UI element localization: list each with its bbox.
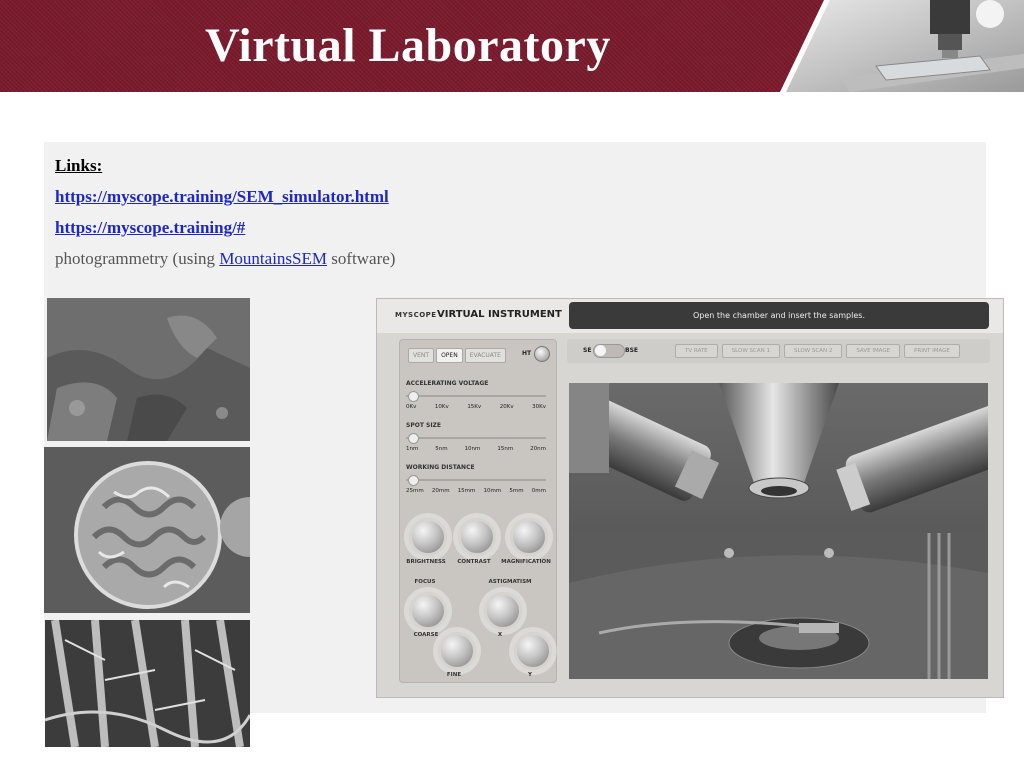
myscope-logo: MYSCOPE bbox=[395, 311, 437, 319]
instrument-topbar: MYSCOPE VIRTUAL INSTRUMENT Open the cham… bbox=[377, 299, 1003, 333]
photogrammetry-note: photogrammetry (using MountainsSEM softw… bbox=[55, 249, 396, 268]
slider-thumb[interactable] bbox=[408, 391, 419, 402]
accelerating-voltage-slider[interactable] bbox=[406, 391, 546, 402]
fine-label: FINE bbox=[446, 672, 462, 678]
virtual-instrument-panel: MYSCOPE VIRTUAL INSTRUMENT Open the cham… bbox=[376, 298, 1004, 698]
fine-focus-knob[interactable] bbox=[438, 632, 476, 670]
sem-simulator-link[interactable]: https://myscope.training/SEM_simulator.h… bbox=[55, 187, 389, 206]
chamber-view-image bbox=[569, 383, 988, 679]
tv-rate-button[interactable]: TV RATE bbox=[675, 344, 718, 358]
microscope-photo bbox=[780, 0, 1024, 92]
y-label: Y bbox=[528, 672, 532, 678]
working-distance-label: WORKING DISTANCE bbox=[406, 464, 475, 471]
page-title: Virtual Laboratory bbox=[205, 19, 611, 72]
slow-scan-2-button[interactable]: SLOW SCAN 2 bbox=[783, 344, 843, 358]
sem-surface-image bbox=[47, 298, 250, 441]
magnification-label: MAGNIFICATION bbox=[501, 559, 551, 565]
vent-button[interactable]: VENT bbox=[408, 348, 435, 363]
print-image-button[interactable]: PRINT IMAGE bbox=[904, 344, 960, 358]
ht-toggle[interactable] bbox=[534, 346, 550, 362]
accelerating-voltage-label: ACCELERATING VOLTAGE bbox=[406, 380, 489, 387]
status-message: Open the chamber and insert the samples. bbox=[569, 302, 989, 329]
links-section: Links: https://myscope.training/SEM_simu… bbox=[55, 150, 395, 274]
detector-toggle[interactable] bbox=[593, 344, 625, 358]
mountainssem-link[interactable]: MountainsSEM bbox=[219, 249, 327, 268]
astigmatism-y-knob[interactable] bbox=[514, 632, 552, 670]
slider-thumb[interactable] bbox=[408, 433, 419, 444]
scan-buttons: TV RATE SLOW SCAN 1 SLOW SCAN 2 SAVE IMA… bbox=[675, 344, 960, 358]
toggle-thumb bbox=[595, 345, 606, 356]
working-distance-ticks: 25mm 20mm 15mm 10mm 5mm 0mm bbox=[406, 488, 546, 494]
evacuate-button[interactable]: EVACUATE bbox=[464, 348, 506, 363]
pollen-grain-image bbox=[44, 447, 250, 613]
fibre-structure-image bbox=[45, 620, 250, 747]
magnification-knob[interactable] bbox=[510, 518, 548, 556]
coarse-focus-knob[interactable] bbox=[409, 592, 447, 630]
se-label: SE bbox=[583, 347, 592, 354]
detector-toolbar: SE BSE TV RATE SLOW SCAN 1 SLOW SCAN 2 S… bbox=[567, 339, 990, 363]
title-banner: Virtual Laboratory bbox=[0, 0, 1024, 92]
astigmatism-x-knob[interactable] bbox=[484, 592, 522, 630]
astigmatism-label: ASTIGMATISM bbox=[488, 579, 532, 585]
working-distance-slider[interactable] bbox=[406, 475, 546, 486]
open-button[interactable]: OPEN bbox=[436, 348, 463, 363]
spot-size-label: SPOT SIZE bbox=[406, 422, 442, 429]
spot-size-slider[interactable] bbox=[406, 433, 546, 444]
control-panel: VENT OPEN EVACUATE HT ACCELERATING VOLTA… bbox=[399, 339, 557, 683]
instrument-title: VIRTUAL INSTRUMENT bbox=[437, 309, 562, 320]
chamber-controls: VENT OPEN EVACUATE bbox=[408, 348, 506, 363]
ht-label: HT bbox=[522, 350, 532, 357]
contrast-label: CONTRAST bbox=[457, 559, 491, 565]
focus-label: FOCUS bbox=[414, 579, 436, 585]
spot-size-ticks: 1nm 5nm 10nm 15nm 20nm bbox=[406, 446, 546, 452]
slider-thumb[interactable] bbox=[408, 475, 419, 486]
bse-label: BSE bbox=[625, 347, 638, 354]
myscope-training-link[interactable]: https://myscope.training/# bbox=[55, 218, 245, 237]
contrast-knob[interactable] bbox=[458, 518, 496, 556]
brightness-knob[interactable] bbox=[409, 518, 447, 556]
save-image-button[interactable]: SAVE IMAGE bbox=[846, 344, 901, 358]
links-heading: Links: bbox=[55, 156, 103, 175]
slow-scan-1-button[interactable]: SLOW SCAN 1 bbox=[721, 344, 780, 358]
accelerating-voltage-ticks: 0Kv 10Kv 15Kv 20Kv 30Kv bbox=[406, 404, 546, 410]
